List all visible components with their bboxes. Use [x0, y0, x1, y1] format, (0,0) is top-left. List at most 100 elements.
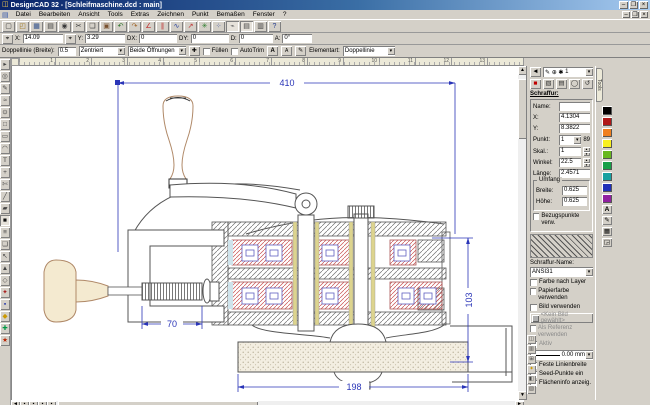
tool-icon[interactable]: ✄	[0, 179, 10, 190]
name-field[interactable]	[559, 102, 590, 111]
page-button[interactable]: ▪	[38, 401, 47, 405]
bezugspunkte-checkbox[interactable]: Bezugspunkte verw.	[533, 213, 590, 227]
grinding-wheel[interactable]	[237, 323, 469, 390]
panel-side-icon[interactable]: ✦	[527, 365, 536, 374]
toolbar-icon[interactable]: ◉	[58, 20, 71, 32]
elementart-dropdown[interactable]: Doppellinie ▾	[342, 46, 395, 56]
menu-extras[interactable]: Extras	[127, 10, 153, 20]
dy-field[interactable]: 0	[190, 34, 229, 43]
checkbox-icon[interactable]	[202, 47, 210, 55]
page-button[interactable]: ▪	[47, 401, 56, 405]
menu-tools[interactable]: Tools	[104, 10, 127, 20]
color-swatch[interactable]	[602, 106, 612, 115]
tool-icon[interactable]: ▪	[0, 299, 10, 310]
panel-side-icon[interactable]: ⊞	[527, 355, 536, 364]
doc-close-icon[interactable]: ×	[640, 11, 648, 18]
panel-tool-icon[interactable]: ■	[530, 79, 541, 89]
horizontal-scrollbar[interactable]: ◄ ▪ ▪ ▪ ▪ ►	[11, 400, 524, 405]
table-clamp[interactable]	[43, 229, 225, 323]
toolbar-icon[interactable]: ▣	[100, 20, 113, 32]
panel-side-icon[interactable]: ◫	[527, 335, 536, 344]
chevron-down-icon[interactable]: ▾	[177, 47, 186, 55]
papierfarbe-checkbox[interactable]: Papierfarbe verwenden	[530, 288, 593, 302]
toolbar-icon[interactable]: ?	[268, 20, 281, 32]
tool-icon[interactable]: ▰	[0, 203, 10, 214]
checkbox-icon[interactable]	[231, 47, 239, 55]
winkel-field[interactable]: 22.5	[559, 158, 581, 167]
openings-dropdown[interactable]: Beide Öffnungen ▾	[127, 46, 186, 56]
hy-field[interactable]: 8.3822	[559, 124, 590, 133]
toolbar-icon[interactable]: ▤	[44, 20, 57, 32]
panel-collapse-icon[interactable]: ◄	[530, 67, 541, 77]
maximize-icon[interactable]: ❐	[629, 1, 638, 9]
doppellinie-breite-field[interactable]: 0.5	[57, 46, 76, 56]
text-color-icon[interactable]: A	[602, 205, 612, 214]
tool-icon[interactable]: T	[0, 155, 10, 166]
y-field[interactable]: 3.29	[85, 34, 126, 43]
laenge-field[interactable]: 2.4571	[559, 169, 590, 178]
toolbar-icon[interactable]: ▢	[2, 20, 15, 32]
autotrim-checkbox[interactable]: AutoTrim	[231, 47, 264, 55]
toolbar-icon[interactable]: ∥	[156, 20, 169, 32]
fill2-icon[interactable]: ▦	[602, 227, 612, 236]
color-swatch[interactable]	[602, 128, 612, 137]
tool-icon[interactable]: ✎	[0, 83, 10, 94]
title-bar[interactable]: ◫ DesignCAD 32 - [Schleifmaschine.dcd : …	[0, 0, 650, 10]
tool-icon[interactable]: ▭	[0, 131, 10, 142]
drawing-canvas[interactable]: 410 103 70 198	[12, 66, 517, 400]
winkel-stepper[interactable]: ▴ ▾	[583, 158, 590, 167]
skal-field[interactable]: 1	[559, 147, 581, 156]
tool-icon[interactable]: ≈	[0, 95, 10, 106]
entity-combo[interactable]: ✎ ⊕ ✱ 1 ▾	[543, 67, 593, 77]
minimize-icon[interactable]: –	[619, 1, 628, 9]
skal-stepper[interactable]: ▴ ▾	[583, 147, 590, 156]
menu-bearbeiten[interactable]: Bearbeiten	[35, 10, 74, 20]
cursor-coord-icon[interactable]: ⌖	[2, 33, 13, 44]
page-button[interactable]: ▪	[29, 401, 38, 405]
scroll-left-icon[interactable]: ◄	[11, 401, 20, 405]
tool-icon[interactable]: ≡	[0, 227, 10, 238]
chevron-down-icon[interactable]: ▾	[585, 351, 593, 359]
color-swatch[interactable]	[602, 194, 612, 203]
panel-side-icon[interactable]: ◧	[527, 375, 536, 384]
gear-housing[interactable]	[211, 221, 451, 326]
chevron-down-icon[interactable]: ▾	[116, 47, 125, 55]
point-coord-icon[interactable]: ⌖	[64, 33, 76, 44]
menu-fenster[interactable]: Fenster	[249, 10, 279, 20]
toolbar-icon[interactable]: ∿	[170, 20, 183, 32]
toolbar-icon[interactable]: ⌁	[226, 20, 239, 32]
tool-icon[interactable]: ▸	[0, 59, 10, 70]
tool-icon[interactable]: ◆	[0, 311, 10, 322]
color-swatch[interactable]	[602, 150, 612, 159]
pen-style-icon[interactable]: ✎	[295, 46, 307, 56]
menu-bemassen[interactable]: Bemaßen	[213, 10, 249, 20]
panel-side-icon[interactable]: ▧	[527, 385, 536, 394]
vertical-scroll-track[interactable]	[518, 75, 527, 391]
tool-icon[interactable]: ✦	[0, 287, 10, 298]
tool-icon[interactable]: ❏	[0, 239, 10, 250]
close-icon[interactable]: ×	[639, 1, 648, 9]
panel-tool-icon[interactable]: ▧	[543, 79, 554, 89]
toolbar-icon[interactable]: ∠	[142, 20, 155, 32]
panel-tool-icon[interactable]: ◯	[569, 79, 580, 89]
hoehe-field[interactable]: 0.625	[562, 197, 587, 206]
dx-field[interactable]: 0	[139, 34, 178, 43]
d-field[interactable]: 0	[238, 34, 273, 43]
toolbar-icon[interactable]: ❏	[86, 20, 99, 32]
chevron-down-icon[interactable]: ▾	[585, 268, 593, 276]
toolbar-icon[interactable]: ↷	[128, 20, 141, 32]
tool-icon[interactable]: ★	[0, 335, 10, 346]
hx-field[interactable]: 4.1304	[559, 113, 590, 122]
kein-bild-button[interactable]: <Kein Bild gewählt>	[530, 312, 593, 324]
chevron-down-icon[interactable]: ▾	[386, 47, 395, 55]
tool-icon[interactable]: ▲	[0, 263, 10, 274]
linewidth-dropdown[interactable]: 0.00 mm ▾	[530, 350, 593, 360]
toolbar-icon[interactable]: ✂	[72, 20, 85, 32]
color-swatch[interactable]	[602, 117, 612, 126]
bild-checkbox[interactable]: Bild verwenden	[530, 304, 593, 311]
toolbar-icon[interactable]: ✳	[198, 20, 211, 32]
toolbar-icon[interactable]: ↗	[184, 20, 197, 32]
color-swatch[interactable]	[602, 172, 612, 181]
tool-icon[interactable]: ◎	[0, 71, 10, 82]
panel-tool-icon[interactable]: ↺	[582, 79, 593, 89]
